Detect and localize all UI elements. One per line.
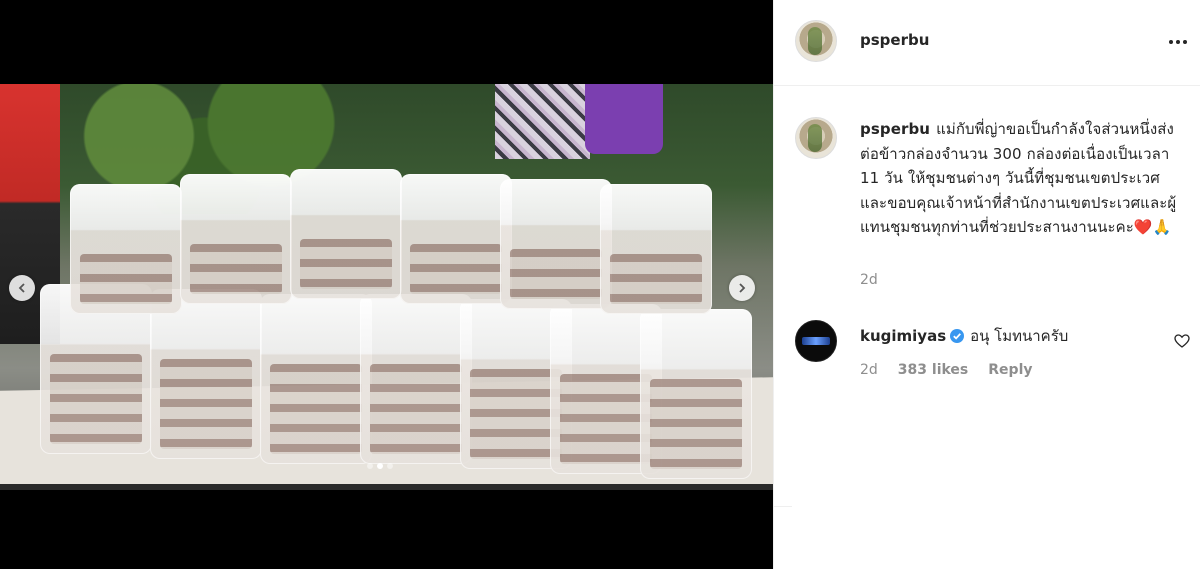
- caption-username[interactable]: psperbu: [860, 120, 930, 138]
- food-box: [70, 184, 182, 314]
- media-panel: [0, 0, 773, 569]
- post-author-username[interactable]: psperbu: [860, 31, 929, 49]
- photo-food-boxes: [40, 144, 773, 479]
- comment-username[interactable]: kugimiyas: [860, 327, 946, 345]
- more-options-icon[interactable]: [1166, 30, 1190, 54]
- carousel-indicator: [367, 463, 393, 469]
- carousel-prev-button[interactable]: [9, 275, 35, 301]
- chevron-left-icon: [18, 283, 25, 293]
- carousel-next-button[interactable]: [729, 275, 755, 301]
- carousel-dot: [387, 463, 393, 469]
- avatar[interactable]: [795, 20, 837, 62]
- post-timestamp[interactable]: 2d: [860, 272, 878, 288]
- post-side-panel: psperbu psperbu แม่กับพี่ญ่าขอเป็นกำลังใจ…: [773, 0, 1200, 569]
- food-box: [400, 174, 512, 304]
- comment-timestamp[interactable]: 2d: [860, 362, 878, 378]
- instagram-post-view: psperbu psperbu แม่กับพี่ญ่าขอเป็นกำลังใจ…: [0, 0, 1200, 569]
- food-box: [290, 169, 402, 299]
- chevron-right-icon: [739, 283, 746, 293]
- carousel-dot: [377, 463, 383, 469]
- comment-meta: 2d 383 likes Reply: [860, 362, 1033, 378]
- comment-text: อนุ โมทนาครับ: [970, 327, 1069, 345]
- verified-badge-icon: [950, 329, 965, 343]
- food-box: [600, 184, 712, 314]
- comment-likes[interactable]: 383 likes: [898, 362, 968, 378]
- comment: kugimiyas อนุ โมทนาครับ: [860, 324, 1068, 348]
- food-box: [150, 289, 262, 459]
- avatar[interactable]: [795, 117, 837, 159]
- heart-icon[interactable]: [1174, 333, 1190, 349]
- food-box: [260, 294, 372, 464]
- reply-button[interactable]: Reply: [988, 362, 1032, 378]
- divider: [774, 506, 792, 507]
- post-photo: [0, 84, 773, 490]
- food-box: [500, 179, 612, 309]
- food-box: [360, 294, 472, 464]
- carousel-dot: [367, 463, 373, 469]
- post-header: psperbu: [774, 0, 1200, 86]
- post-caption: psperbu แม่กับพี่ญ่าขอเป็นกำลังใจส่วนหนึ่…: [860, 117, 1185, 240]
- photo-table-edge: [0, 484, 773, 490]
- food-box: [640, 309, 752, 479]
- avatar[interactable]: [795, 320, 837, 362]
- food-box: [180, 174, 292, 304]
